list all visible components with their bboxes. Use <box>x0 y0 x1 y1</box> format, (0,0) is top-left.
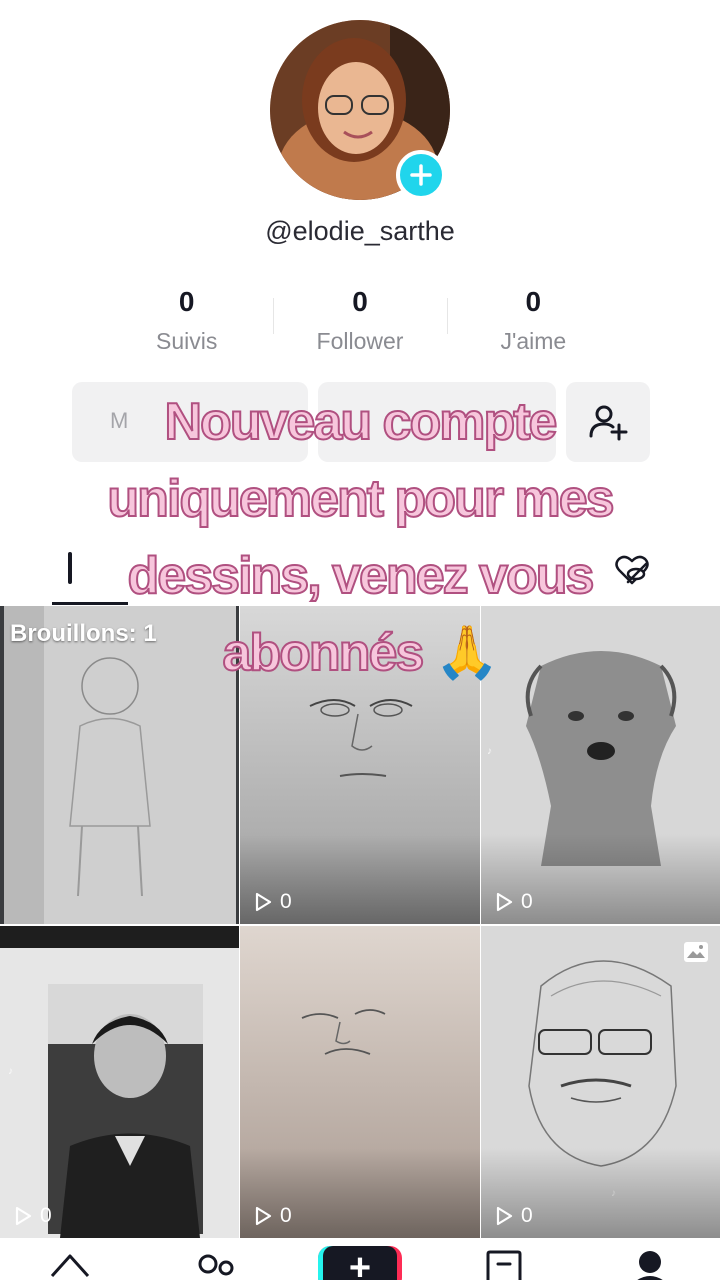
view-count-value: 0 <box>280 1204 292 1227</box>
view-count-value: 0 <box>40 1204 52 1227</box>
likes-label: J'aime <box>500 328 567 354</box>
home-icon[interactable] <box>48 1250 92 1280</box>
video-thumbnail[interactable]: 0 <box>240 926 480 1238</box>
caption-line-2: uniquement pour mes <box>106 469 615 529</box>
video-thumbnail[interactable]: ♪ 0 <box>0 926 239 1238</box>
play-icon <box>255 1206 272 1226</box>
profile-icon[interactable] <box>630 1250 670 1280</box>
inbox-icon[interactable] <box>482 1250 526 1280</box>
view-count-value: 0 <box>280 890 292 913</box>
following-label: Suivis <box>155 328 218 354</box>
play-icon <box>496 1206 513 1226</box>
caption-line-4: abonnés 🙏 <box>40 615 680 692</box>
view-count: 0 <box>252 890 292 914</box>
username: @elodie_sarthe <box>265 216 455 246</box>
caption-line-1: Nouveau compte <box>164 392 559 452</box>
profile-stats: 0 Suivis 0 Follower 0 J'aime <box>100 284 620 355</box>
followers-label: Follower <box>316 328 404 354</box>
boy-portrait-thumbnail <box>0 926 239 1238</box>
plus-icon <box>410 164 432 186</box>
caption-overlay: Nouveau compte uniquement pour mes dessi… <box>40 384 680 692</box>
following-count: 0 <box>178 286 195 317</box>
tiktok-watermark: ♪ <box>8 1066 13 1077</box>
view-count: 0 <box>493 1204 533 1228</box>
view-count: 0 <box>12 1204 52 1228</box>
add-avatar-button[interactable] <box>396 150 446 200</box>
photo-carousel-icon <box>684 942 708 962</box>
play-icon <box>496 892 513 912</box>
view-count: 0 <box>252 1204 292 1228</box>
stat-following[interactable]: 0 Suivis <box>100 284 273 355</box>
view-count-value: 0 <box>521 1204 533 1227</box>
pray-emoji: 🙏 <box>434 624 500 682</box>
followers-count: 0 <box>352 286 368 317</box>
view-count-value: 0 <box>521 890 533 913</box>
tiktok-watermark: ♪ <box>487 746 492 757</box>
create-plus-icon: + <box>323 1246 397 1280</box>
play-icon <box>15 1206 32 1226</box>
play-icon <box>255 892 272 912</box>
stat-followers[interactable]: 0 Follower <box>273 284 446 355</box>
bottom-nav: + <box>0 1240 720 1280</box>
profile-avatar-container[interactable] <box>270 20 450 200</box>
video-thumbnail[interactable]: ♪ 0 <box>481 926 720 1238</box>
friends-icon[interactable] <box>194 1250 238 1280</box>
caption-line-3: dessins, venez vous <box>127 546 596 606</box>
video-grid: Brouillons: 1 0 ♪ 0 ♪ 0 0 0 <box>0 606 720 1238</box>
create-button[interactable]: + <box>318 1246 402 1280</box>
caption-line-4-text: abonnés <box>221 623 425 683</box>
stat-likes[interactable]: 0 J'aime <box>446 284 620 355</box>
view-count: 0 <box>493 890 533 914</box>
likes-count: 0 <box>525 286 542 317</box>
